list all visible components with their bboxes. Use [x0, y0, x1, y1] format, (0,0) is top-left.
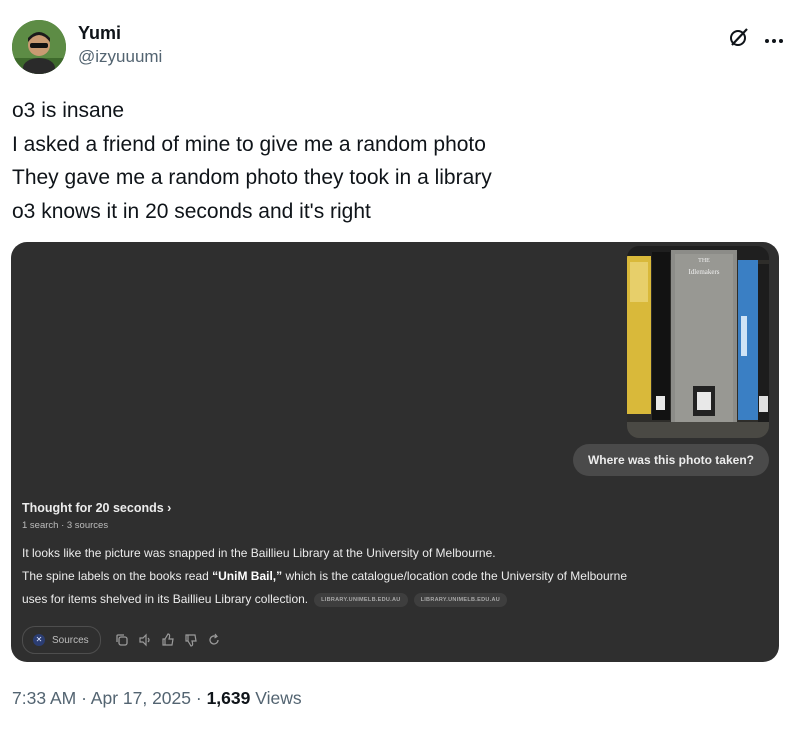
thought-summary[interactable]: Thought for 20 seconds › 1 search · 3 so…: [22, 500, 171, 533]
thumbs-up-icon[interactable]: [161, 633, 175, 647]
answer-line: The spine labels on the books read “UniM…: [22, 565, 762, 588]
views-count: 1,639: [206, 688, 251, 708]
user-question-bubble: Where was this photo taken?: [572, 444, 769, 476]
regenerate-icon[interactable]: [207, 633, 221, 647]
spine-text: THE: [698, 258, 710, 264]
tweet-line: I asked a friend of mine to give me a ra…: [12, 132, 486, 156]
tweet-header: Yumi @izyuuumi: [12, 18, 788, 78]
answer-bold-text: “UniM Bail,”: [212, 569, 283, 583]
thought-sources-count: 1 search · 3 sources: [22, 520, 109, 531]
source-chip[interactable]: LIBRARY.UNIMELB.EDU.AU: [413, 592, 507, 607]
views-label: Views: [250, 688, 302, 708]
avatar[interactable]: [12, 20, 66, 74]
answer-text: which is the catalogue/location code the…: [282, 569, 627, 583]
answer-text: The spine labels on the books read: [22, 569, 213, 583]
chevron-right-icon: ›: [167, 501, 172, 515]
copy-icon[interactable]: [115, 633, 129, 647]
library-photo: THE Idlemakers: [627, 246, 769, 438]
source-chip[interactable]: LIBRARY.UNIMELB.EDU.AU: [314, 592, 408, 607]
answer-text: uses for items shelved in its Baillieu L…: [22, 592, 309, 606]
tweet-text: o3 is insane I asked a friend of mine to…: [12, 94, 782, 228]
spine-text: Idlemakers: [688, 268, 719, 276]
thumbs-down-icon[interactable]: [184, 633, 198, 647]
slash-circle-icon[interactable]: [728, 26, 750, 53]
sources-button[interactable]: ✕ Sources: [22, 626, 101, 654]
tweet-meta: 7:33 AM · Apr 17, 2025 · 1,639 Views: [12, 688, 302, 709]
sources-icon: ✕: [33, 634, 45, 646]
tweet-line: o3 is insane: [12, 99, 125, 122]
thought-title: Thought for 20 seconds: [22, 501, 164, 515]
answer-line: uses for items shelved in its Baillieu L…: [22, 588, 762, 611]
attached-screenshot[interactable]: THE Idlemakers Where was this photo take…: [11, 242, 779, 662]
tweet-line: They gave me a random photo they took in…: [12, 166, 492, 189]
sources-label: Sources: [52, 634, 89, 646]
timestamp[interactable]: 7:33 AM · Apr 17, 2025 ·: [12, 688, 207, 708]
answer-line: It looks like the picture was snapped in…: [22, 546, 496, 560]
answer-actions: ✕ Sources: [22, 626, 221, 654]
display-name[interactable]: Yumi: [78, 22, 162, 44]
user-handle[interactable]: @izyuuumi: [78, 44, 162, 70]
more-icon[interactable]: [764, 31, 784, 49]
speaker-icon[interactable]: [138, 633, 152, 647]
assistant-answer: It looks like the picture was snapped in…: [22, 542, 762, 611]
tweet-line: o3 knows it in 20 seconds and it's right: [12, 199, 371, 223]
